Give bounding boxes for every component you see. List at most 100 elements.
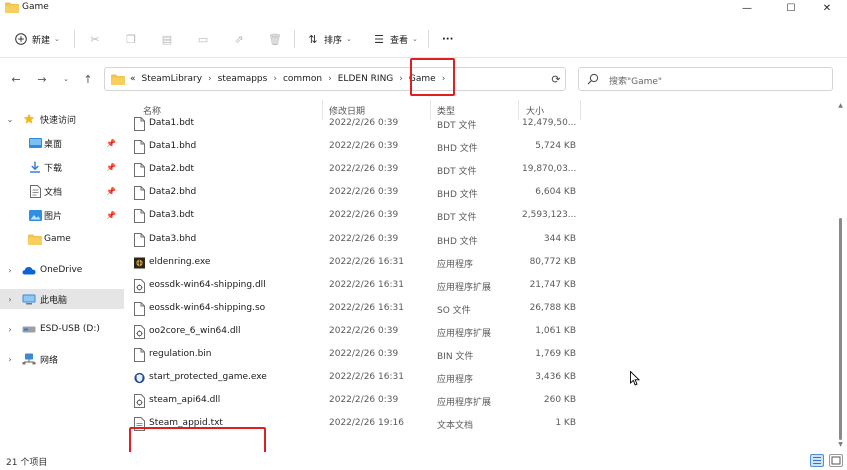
view-button[interactable]: ☰ 查看 ⌄ — [372, 30, 418, 48]
sidebar-item-desktop[interactable]: 桌面 📌 — [0, 133, 124, 153]
chevron-right-icon[interactable]: › — [5, 266, 15, 275]
maximize-button[interactable]: ☐ — [771, 0, 811, 16]
star-icon — [22, 113, 36, 126]
paste-button[interactable]: ▤ — [160, 30, 174, 48]
table-row[interactable]: start_protected_game.exe 2022/2/26 16:31 应… — [126, 367, 586, 390]
plus-icon — [14, 32, 28, 46]
scissors-icon: ✂ — [90, 32, 100, 46]
more-options-button[interactable]: ··· — [442, 30, 453, 48]
sidebar-item-game[interactable]: Game — [0, 229, 124, 249]
breadcrumb-overflow[interactable]: « — [130, 74, 136, 84]
search-input[interactable]: 搜索"Game" — [609, 74, 662, 87]
breadcrumb-common[interactable]: common — [283, 74, 322, 84]
file-name: eossdk-win64-shipping.dll — [149, 279, 266, 290]
sort-button[interactable]: ⇅ 排序 ⌄ — [306, 30, 352, 48]
table-row[interactable]: regulation.bin 2022/2/26 0:39 BIN 文件 1,769 … — [126, 344, 586, 367]
computer-icon — [22, 293, 36, 306]
address-bar[interactable]: « SteamLibrary › steamapps › common › EL… — [104, 67, 566, 91]
breadcrumb-steamlibrary[interactable]: SteamLibrary — [142, 74, 203, 84]
table-row[interactable]: steam_api64.dll 2022/2/26 0:39 应用程序扩展 260 K… — [126, 390, 586, 413]
sidebar-item-network[interactable]: › 网络 — [0, 349, 124, 369]
folder-icon — [111, 74, 125, 85]
pin-icon: 📌 — [106, 162, 116, 172]
view-label: 查看 — [390, 35, 409, 46]
file-name: Data3.bhd — [149, 233, 197, 244]
close-button[interactable]: ✕ — [807, 0, 847, 16]
search-box[interactable]: 搜索"Game" — [578, 67, 833, 91]
table-row[interactable]: oo2core_6_win64.dll 2022/2/26 0:39 应用程序扩展 1… — [126, 321, 586, 344]
details-view-button[interactable] — [810, 454, 824, 467]
sidebar-item-label: 图片 — [44, 211, 63, 222]
delete-button[interactable]: 🗑 — [268, 30, 282, 48]
sort-icon: ⇅ — [308, 32, 318, 46]
file-date: 2022/2/26 0:39 — [329, 187, 399, 198]
sidebar-item-label: ESD-USB (D:) — [40, 324, 100, 334]
sidebar-item-onedrive[interactable]: › OneDrive — [0, 260, 124, 280]
scroll-down-icon[interactable]: ▼ — [836, 441, 845, 450]
table-row[interactable]: eldenring.exe 2022/2/26 16:31 应用程序 80,772 K… — [126, 252, 586, 275]
chevron-right-icon[interactable]: › — [5, 325, 15, 334]
table-row[interactable]: Data2.bhd 2022/2/26 0:39 BHD 文件 6,604 KB — [126, 182, 586, 205]
file-name: Data2.bhd — [149, 187, 197, 198]
sidebar-item-documents[interactable]: 文档 📌 — [0, 181, 124, 201]
copy-button[interactable]: ❐ — [124, 30, 138, 48]
thumbnail-view-icon — [831, 456, 841, 465]
table-row[interactable]: eossdk-win64-shipping.so 2022/2/26 16:31 S… — [126, 298, 586, 321]
chevron-down-icon[interactable]: ⌄ — [5, 115, 15, 124]
table-row[interactable]: Data2.bdt 2022/2/26 0:39 BDT 文件 19,870,03..… — [126, 159, 586, 182]
download-icon — [28, 161, 42, 174]
file-size: 26,788 KB — [529, 302, 576, 313]
chevron-right-icon[interactable]: › — [399, 74, 403, 84]
thumbnail-view-button[interactable] — [829, 454, 843, 467]
back-arrow-icon[interactable]: ← — [8, 71, 24, 87]
chevron-down-icon: ⌄ — [54, 35, 60, 43]
chevron-right-icon[interactable]: › — [328, 74, 332, 84]
sidebar-item-pictures[interactable]: 图片 📌 — [0, 205, 124, 225]
recent-locations-chevron-icon[interactable]: ⌄ — [58, 71, 74, 87]
table-row[interactable]: Data1.bhd 2022/2/26 0:39 BHD 文件 5,724 KB — [126, 136, 586, 159]
file-type: 文本文档 — [437, 421, 474, 432]
table-row[interactable]: eossdk-win64-shipping.dll 2022/2/26 16:31… — [126, 275, 586, 298]
new-button[interactable]: 新建 ⌄ — [14, 30, 60, 48]
folder-icon — [28, 233, 42, 246]
sidebar-item-this-pc[interactable]: › 此电脑 — [0, 289, 124, 309]
minimize-button[interactable]: — — [727, 0, 767, 16]
refresh-icon[interactable]: ⟳ — [548, 71, 564, 87]
mouse-cursor-icon — [630, 371, 640, 386]
chevron-right-icon[interactable]: › — [273, 74, 277, 84]
sidebar-item-label: 下载 — [44, 163, 63, 174]
file-name: Data3.bdt — [149, 210, 195, 221]
sidebar-item-usb-drive[interactable]: › ESD-USB (D:) — [0, 319, 124, 339]
chevron-right-icon[interactable]: › — [5, 295, 15, 304]
file-type: SO 文件 — [437, 305, 471, 316]
scroll-up-icon[interactable]: ▲ — [836, 102, 845, 111]
table-row[interactable]: Data3.bhd 2022/2/26 0:39 BHD 文件 344 KB — [126, 229, 586, 252]
rename-icon: ▭ — [197, 32, 209, 46]
file-size: 19,870,03... — [522, 164, 577, 175]
chevron-right-icon[interactable]: › — [5, 355, 15, 364]
clipboard-icon: ▤ — [161, 32, 173, 46]
file-date: 2022/2/26 0:39 — [329, 349, 399, 359]
scrollbar-thumb[interactable] — [839, 218, 842, 440]
file-size: 344 KB — [543, 233, 576, 244]
sidebar-item-quick-access[interactable]: ⌄ 快速访问 — [0, 109, 124, 129]
forward-arrow-icon[interactable]: → — [34, 71, 50, 87]
vertical-scrollbar[interactable]: ▲ ▼ — [834, 100, 847, 452]
share-button[interactable]: ⇗ — [232, 30, 246, 48]
table-row[interactable]: Data3.bdt 2022/2/26 0:39 BDT 文件 2,593,123..… — [126, 205, 586, 228]
table-row[interactable]: Data1.bdt 2022/2/26 0:39 BDT 文件 12,479,50..… — [126, 113, 586, 136]
breadcrumb-elden-ring[interactable]: ELDEN RING — [338, 74, 394, 84]
breadcrumb-steamapps[interactable]: steamapps — [218, 74, 268, 84]
file-type: BDT 文件 — [437, 121, 477, 131]
sidebar-item-downloads[interactable]: 下载 📌 — [0, 157, 124, 177]
chevron-right-icon[interactable]: › — [208, 74, 212, 84]
up-arrow-icon[interactable]: ↑ — [80, 71, 96, 87]
new-label: 新建 — [32, 35, 51, 46]
file-date: 2022/2/26 0:39 — [329, 141, 399, 152]
network-icon — [22, 353, 36, 366]
file-name: steam_api64.dll — [149, 395, 221, 406]
file-size: 12,479,50... — [522, 118, 577, 128]
rename-button[interactable]: ▭ — [196, 30, 210, 48]
cut-button[interactable]: ✂ — [88, 30, 102, 48]
file-type: BIN 文件 — [437, 352, 474, 362]
